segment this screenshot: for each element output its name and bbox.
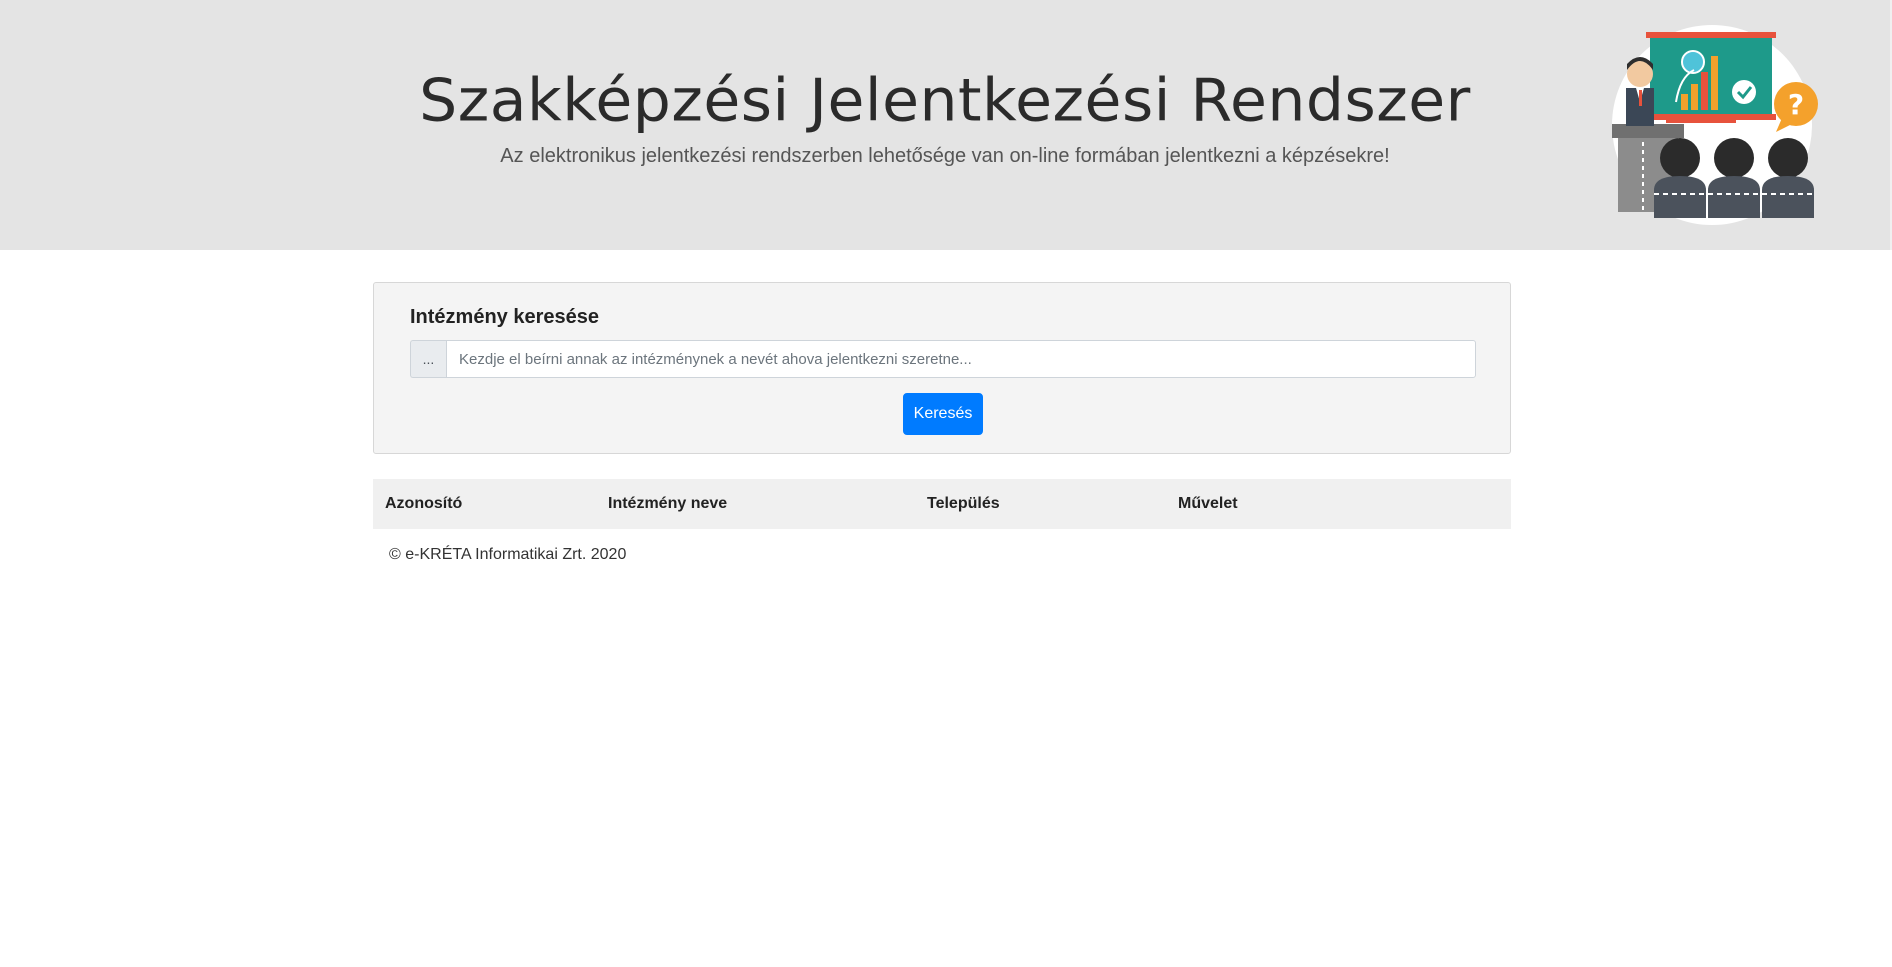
results-table-header: Azonosító Intézmény neve Település Művel… xyxy=(373,479,1511,529)
column-header-settlement: Település xyxy=(927,495,1000,512)
presentation-illustration-icon: ? xyxy=(1612,25,1818,225)
column-header-action: Művelet xyxy=(1178,495,1238,512)
search-button[interactable]: Keresés xyxy=(903,393,983,435)
column-header-id: Azonosító xyxy=(385,495,463,512)
institution-search-card: Intézmény keresése ... Keresés xyxy=(373,282,1511,454)
institution-search-input[interactable] xyxy=(446,340,1476,378)
footer-copyright: © e-KRÉTA Informatikai Zrt. 2020 xyxy=(389,546,627,563)
svg-text:?: ? xyxy=(1788,88,1804,121)
page: Szakképzési Jelentkezési Rendszer Az ele… xyxy=(0,0,1892,967)
search-input-prepend: ... xyxy=(410,340,446,378)
search-card-title: Intézmény keresése xyxy=(410,306,600,328)
table-header-row: Azonosító Intézmény neve Település Művel… xyxy=(373,479,1511,529)
results-table: Azonosító Intézmény neve Település Művel… xyxy=(373,479,1511,529)
search-input-group: ... xyxy=(410,340,1476,378)
header-banner: Szakképzési Jelentkezési Rendszer Az ele… xyxy=(0,0,1892,250)
column-header-institution-name: Intézmény neve xyxy=(608,495,728,512)
